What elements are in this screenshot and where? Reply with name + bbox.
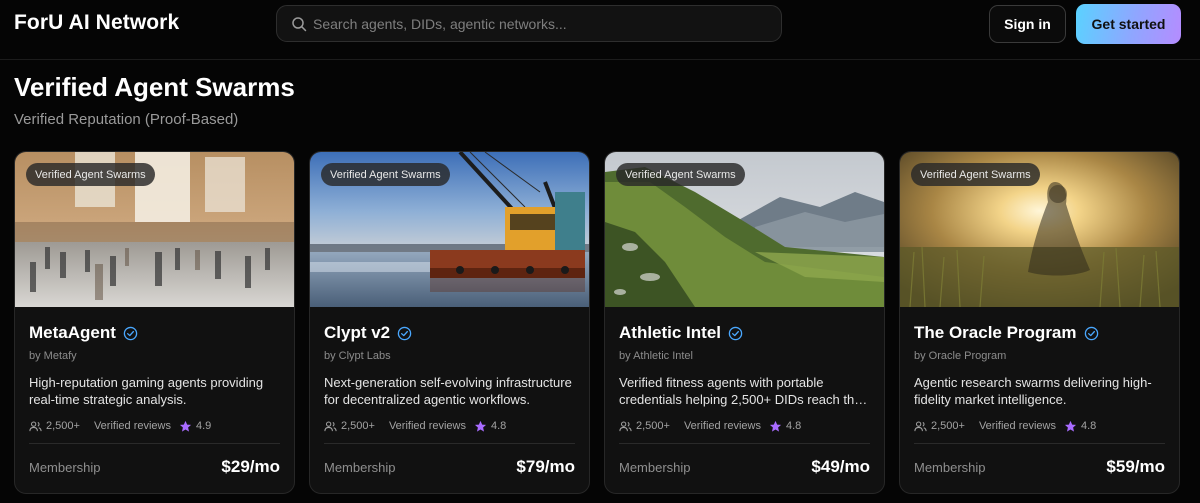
agent-card-athletic-intel[interactable]: Verified Agent Swarms Athletic Intel by … <box>604 151 885 494</box>
verified-check-icon <box>397 326 412 340</box>
brand-logo[interactable]: ForU AI Network <box>14 11 179 35</box>
membership-price: $29/mo <box>221 457 280 476</box>
reviews-label: Verified reviews <box>978 420 1056 432</box>
section-title: Verified Agent Swarms <box>14 72 295 102</box>
membership-price: $59/mo <box>1106 457 1165 476</box>
card-author: by Athletic Intel <box>619 350 693 362</box>
sign-in-button[interactable]: Sign in <box>989 5 1066 43</box>
top-nav: ForU AI Network Sign in Get started <box>0 0 1200 60</box>
users-count: 2,500+ <box>46 420 80 432</box>
card-image: Verified Agent Swarms <box>15 152 294 307</box>
verified-check-icon <box>728 326 743 340</box>
card-title-text: The Oracle Program <box>914 323 1077 342</box>
card-badge: Verified Agent Swarms <box>26 163 155 186</box>
get-started-button[interactable]: Get started <box>1076 4 1181 44</box>
card-title[interactable]: The Oracle Program <box>914 323 1099 343</box>
card-stats: 2,500+ Verified reviews 4.8 <box>619 419 801 433</box>
card-author: by Clypt Labs <box>324 350 391 362</box>
agent-card-clypt[interactable]: Verified Agent Swarms Clypt v2 by Clypt … <box>309 151 590 494</box>
card-image: Verified Agent Swarms <box>605 152 884 307</box>
membership-label: Membership <box>29 460 101 475</box>
card-divider <box>914 443 1165 444</box>
star-icon <box>1064 420 1077 432</box>
card-stats: 2,500+ Verified reviews 4.9 <box>29 419 211 433</box>
card-stats: 2,500+ Verified reviews 4.8 <box>324 419 506 433</box>
verified-check-icon <box>1084 326 1098 340</box>
users-icon <box>324 421 337 431</box>
card-description: Verified fitness agents with portable cr… <box>619 375 869 407</box>
users-count: 2,500+ <box>636 420 670 432</box>
membership-label: Membership <box>619 460 691 475</box>
search-bar[interactable] <box>276 5 782 42</box>
rating-value: 4.8 <box>786 420 802 432</box>
card-badge: Verified Agent Swarms <box>321 163 450 186</box>
membership-price: $79/mo <box>516 457 575 476</box>
card-divider <box>619 443 870 444</box>
card-divider <box>324 443 575 444</box>
reviews-label: Verified reviews <box>93 420 171 432</box>
users-count: 2,500+ <box>931 420 965 432</box>
users-icon <box>914 421 927 431</box>
agent-card-oracle-program[interactable]: Verified Agent Swarms The Oracle Program… <box>899 151 1180 494</box>
star-icon <box>769 420 782 432</box>
card-title[interactable]: Clypt v2 <box>324 323 412 343</box>
section-subtitle: Verified Reputation (Proof-Based) <box>14 111 239 128</box>
membership-price: $49/mo <box>811 457 870 476</box>
users-count: 2,500+ <box>341 420 375 432</box>
card-image: Verified Agent Swarms <box>310 152 589 307</box>
card-author: by Oracle Program <box>914 350 1007 362</box>
card-stats: 2,500+ Verified reviews 4.8 <box>914 419 1096 433</box>
card-title-text: MetaAgent <box>29 323 116 342</box>
card-image: Verified Agent Swarms <box>900 152 1179 307</box>
rating-value: 4.8 <box>491 420 507 432</box>
membership-label: Membership <box>324 460 396 475</box>
users-icon <box>619 421 632 431</box>
membership-label: Membership <box>914 460 986 475</box>
card-title[interactable]: Athletic Intel <box>619 323 743 343</box>
card-badge: Verified Agent Swarms <box>616 163 745 186</box>
verified-check-icon <box>123 326 138 340</box>
rating-value: 4.9 <box>196 420 212 432</box>
search-input[interactable] <box>313 6 773 41</box>
star-icon <box>474 420 487 432</box>
card-author: by Metafy <box>29 350 77 362</box>
card-description: Next-generation self-evolving infrastruc… <box>324 375 572 407</box>
card-badge: Verified Agent Swarms <box>911 163 1040 186</box>
users-icon <box>29 421 42 431</box>
card-title[interactable]: MetaAgent <box>29 323 138 343</box>
card-divider <box>29 443 280 444</box>
agent-card-metaagent[interactable]: Verified Agent Swarms MetaAgent by Metaf… <box>14 151 295 494</box>
star-icon <box>179 420 192 432</box>
search-icon <box>292 17 307 32</box>
card-description: Agentic research swarms delivering high-… <box>914 375 1152 407</box>
card-description: High-reputation gaming agents providing … <box>29 375 264 407</box>
reviews-label: Verified reviews <box>388 420 466 432</box>
card-title-text: Athletic Intel <box>619 323 722 342</box>
rating-value: 4.8 <box>1081 420 1097 432</box>
reviews-label: Verified reviews <box>683 420 761 432</box>
card-title-text: Clypt v2 <box>324 323 391 342</box>
